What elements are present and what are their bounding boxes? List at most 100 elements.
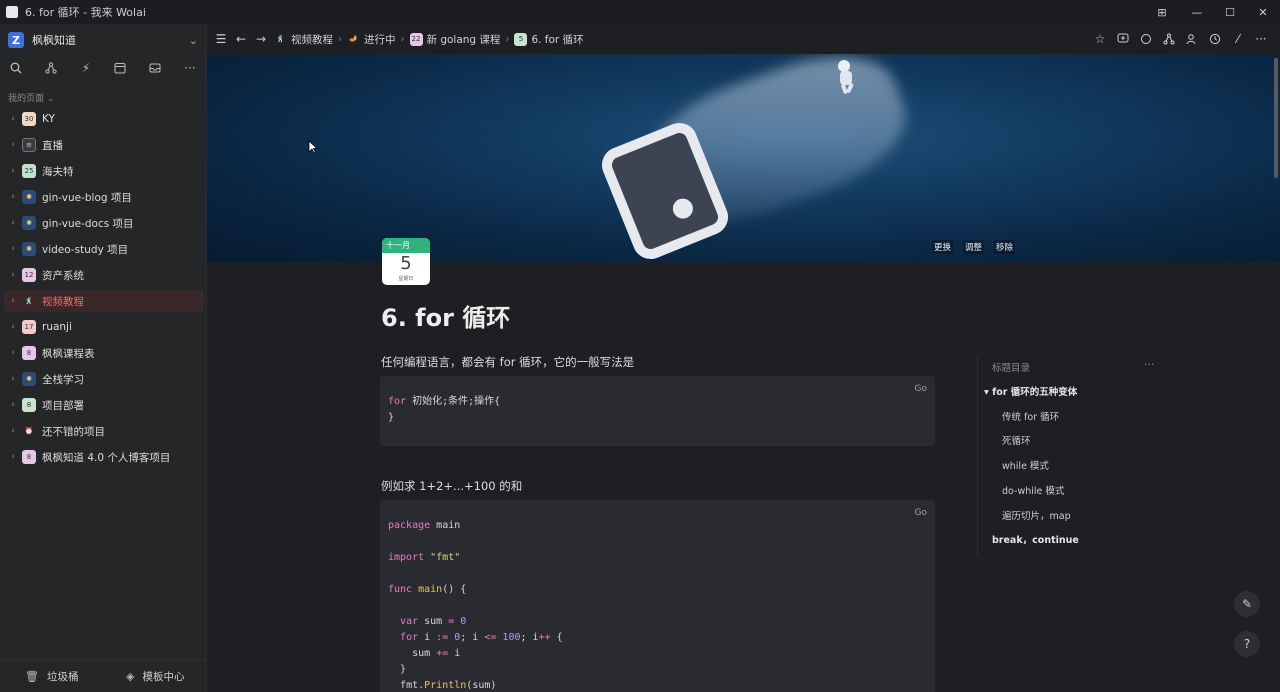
layout-icon[interactable]: ⊞ — [1145, 0, 1179, 24]
breadcrumb-golang-course[interactable]: 22 新 golang 课程 — [409, 32, 500, 47]
tree-item-fullstack[interactable]: › ✺ 全栈学习 — [4, 368, 204, 390]
chevron-right-icon[interactable]: › — [6, 426, 20, 436]
example-paragraph[interactable]: 例如求 1+2+...+100 的和 — [381, 478, 522, 494]
breadcrumb-separator-icon: › — [505, 33, 510, 45]
graph-icon[interactable] — [42, 59, 60, 77]
templates-label: 模板中心 — [142, 671, 185, 683]
figure-icon: 🕺 — [24, 297, 34, 305]
templates-button[interactable]: ◈ 模板中心 — [104, 661, 208, 692]
graph-view-icon[interactable] — [1160, 30, 1178, 48]
chevron-right-icon[interactable]: › — [6, 348, 20, 358]
forward-arrow-icon[interactable]: → — [252, 30, 270, 48]
sidebar-footer: 🗑 垃圾桶 ◈ 模板中心 — [0, 660, 207, 692]
breadcrumb-label: 进行中 — [364, 33, 396, 46]
breadcrumb-in-progress[interactable]: 🪔 进行中 — [347, 32, 396, 47]
tree-item-haifute[interactable]: › 25 海夫特 — [4, 160, 204, 182]
toc-item-do-while[interactable]: do-while 模式 — [1002, 483, 1064, 497]
code-block-syntax[interactable]: Go for 初始化;条件;操作{ } — [380, 376, 935, 446]
toc-item-classic-for[interactable]: 传统 for 循环 — [1002, 409, 1059, 423]
format-icon[interactable]: ⁄ — [1229, 30, 1247, 48]
scrollbar[interactable] — [1274, 58, 1278, 178]
chevron-right-icon[interactable]: › — [6, 140, 20, 150]
cover-remove-button[interactable]: 移除 — [993, 240, 1015, 254]
toc-item-while[interactable]: while 模式 — [1002, 458, 1049, 472]
chevron-right-icon[interactable]: › — [6, 322, 20, 332]
tree-item-label: 项目部署 — [42, 399, 84, 412]
history-icon[interactable] — [1206, 30, 1224, 48]
trash-icon: 🗑 — [25, 670, 39, 683]
toc-item-range[interactable]: 遍历切片，map — [1002, 508, 1071, 522]
chevron-right-icon[interactable]: › — [6, 192, 20, 202]
calendar-icon: 5 — [514, 32, 528, 46]
page-calendar-icon[interactable]: 十一月 5 星期日 — [382, 238, 430, 285]
tree-item-assets[interactable]: › 12 资产系统 — [4, 264, 204, 286]
tree-item-label: 直播 — [42, 139, 63, 152]
tree-item-live[interactable]: › ≡ 直播 — [4, 134, 204, 156]
chevron-right-icon[interactable]: › — [6, 270, 20, 280]
my-pages-label[interactable]: 我的页面 ⌄ — [8, 91, 54, 104]
tree-item-ky[interactable]: › 30 KY — [4, 108, 204, 130]
maximize-button[interactable]: ☐ — [1213, 0, 1247, 24]
trash-button[interactable]: 🗑 垃圾桶 — [0, 661, 104, 692]
sparkle-icon: ✺ — [22, 190, 36, 204]
intro-paragraph[interactable]: 任何编程语言，都会有 for 循环，它的一般写法是 — [381, 354, 634, 370]
cover-adjust-button[interactable]: 调整 — [962, 240, 984, 254]
tree-item-good-projects[interactable]: › ⏰ 还不错的项目 — [4, 420, 204, 442]
minimize-button[interactable]: — — [1180, 0, 1214, 24]
edit-note-icon[interactable]: ✎ — [1234, 591, 1260, 617]
tree-item-course-schedule[interactable]: › 8 枫枫课程表 — [4, 342, 204, 364]
code-language-label[interactable]: Go — [915, 508, 927, 518]
breadcrumb-current-page[interactable]: 5 6. for 循环 — [514, 32, 584, 47]
calendar-day: 5 — [400, 253, 412, 274]
more-icon[interactable]: ··· — [181, 59, 199, 77]
chat-icon[interactable] — [1137, 30, 1155, 48]
cover-change-button[interactable]: 更换 — [931, 240, 953, 254]
comment-icon[interactable] — [1114, 30, 1132, 48]
workspace-switcher[interactable]: Z 枫枫知道 ⌄ — [8, 30, 198, 50]
close-button[interactable]: ✕ — [1246, 0, 1280, 24]
tree-item-deploy[interactable]: › 8 项目部署 — [4, 394, 204, 416]
help-icon[interactable]: ? — [1234, 631, 1260, 657]
chevron-right-icon[interactable]: › — [6, 114, 20, 124]
chevron-right-icon[interactable]: › — [6, 244, 20, 254]
tree-item-gin-vue-blog[interactable]: › ✺ gin-vue-blog 项目 — [4, 186, 204, 208]
toc-more-icon[interactable]: ··· — [1144, 358, 1155, 371]
inbox-icon[interactable] — [146, 59, 164, 77]
tree-item-blog-4[interactable]: › 8 枫枫知道 4.0 个人博客项目 — [4, 446, 204, 468]
tree-item-video-tutorials[interactable]: › 🕺 视频教程 — [4, 290, 204, 312]
page-title[interactable]: 6. for 循环 — [381, 298, 510, 333]
chevron-right-icon[interactable]: › — [6, 296, 20, 306]
breadcrumb-video-tutorials[interactable]: 🕺 视频教程 — [274, 32, 333, 47]
lightning-icon[interactable]: ⚡ — [77, 59, 95, 77]
toc-item-for-variants[interactable]: ▾ for 循环的五种变体 — [984, 384, 1077, 398]
calendar-icon: 12 — [22, 268, 36, 282]
code-language-label[interactable]: Go — [915, 384, 927, 394]
breadcrumb-label: 6. for 循环 — [531, 33, 584, 46]
toc-item-break-continue[interactable]: break，continue — [992, 532, 1079, 546]
share-user-icon[interactable] — [1183, 30, 1201, 48]
tree-item-ruanji[interactable]: › 17 ruanji — [4, 316, 204, 338]
breadcrumb: 🕺 视频教程 › 🪔 进行中 › 22 新 golang 课程 › 5 6. f… — [274, 32, 584, 47]
chevron-right-icon[interactable]: › — [6, 452, 20, 462]
tree-item-video-study[interactable]: › ✺ video-study 项目 — [4, 238, 204, 260]
toc-item-infinite-loop[interactable]: 死循环 — [1002, 433, 1031, 447]
top-bar: ☰ ← → 🕺 视频教程 › 🪔 进行中 › 22 新 golang 课程 › — [207, 24, 1280, 54]
calendar-tool-icon[interactable] — [111, 59, 129, 77]
search-icon[interactable] — [7, 59, 25, 77]
tree-item-gin-vue-docs[interactable]: › ✺ gin-vue-docs 项目 — [4, 212, 204, 234]
chevron-right-icon[interactable]: › — [6, 374, 20, 384]
menu-icon[interactable]: ☰ — [212, 30, 230, 48]
chevron-right-icon[interactable]: › — [6, 166, 20, 176]
chevron-right-icon[interactable]: › — [6, 400, 20, 410]
back-arrow-icon[interactable]: ← — [232, 30, 250, 48]
sparkle-icon: ✺ — [22, 242, 36, 256]
code-block-example[interactable]: Go package main import "fmt" func main()… — [380, 500, 935, 692]
chevron-right-icon[interactable]: › — [6, 218, 20, 228]
trash-label: 垃圾桶 — [46, 671, 79, 683]
tree-item-label: 枫枫知道 4.0 个人博客项目 — [42, 451, 171, 464]
breadcrumb-label: 视频教程 — [291, 33, 333, 46]
star-icon[interactable]: ☆ — [1091, 30, 1109, 48]
tree-item-label: 全栈学习 — [42, 373, 84, 386]
calendar-icon: 8 — [22, 346, 36, 360]
more-options-icon[interactable]: ··· — [1252, 30, 1270, 48]
